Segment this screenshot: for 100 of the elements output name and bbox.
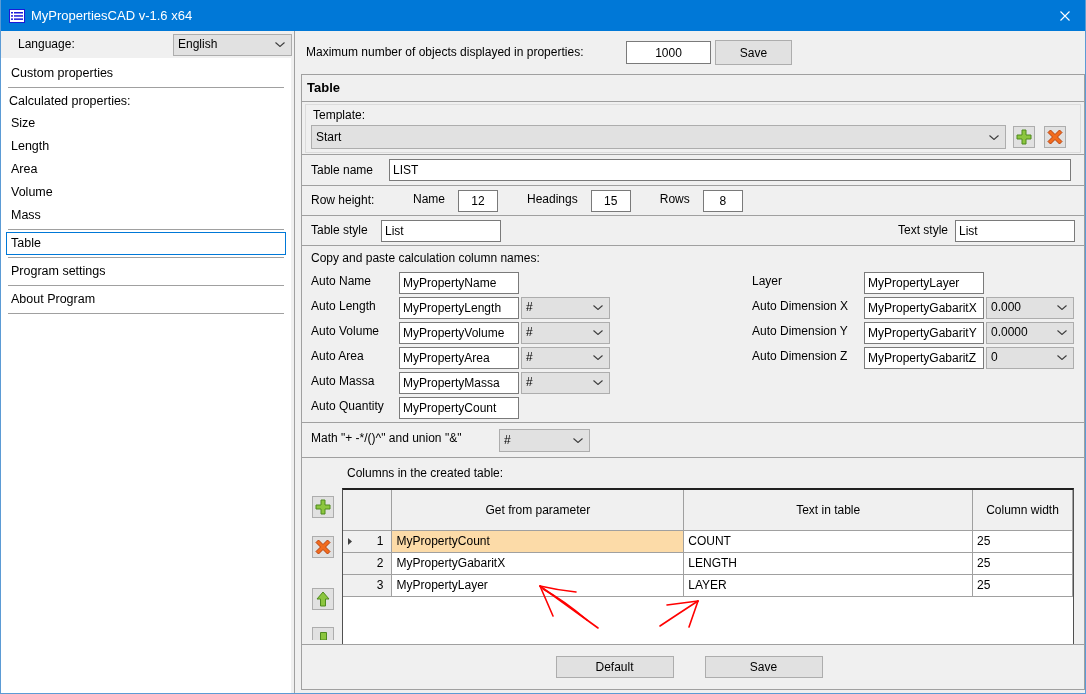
text-field[interactable]: List: [955, 219, 1075, 242]
field-label: Table style: [311, 223, 369, 238]
field-label: Auto Massa: [311, 373, 376, 389]
list-icon: [9, 8, 25, 23]
table-cell: MyPropertyGabaritX: [391, 552, 684, 574]
field-label: Auto Length: [311, 298, 377, 314]
field-label: Row height:: [311, 193, 376, 208]
format-dropdown[interactable]: 0.000: [986, 296, 1074, 319]
number-field[interactable]: 15: [590, 189, 631, 212]
group-heading: Calculated properties:: [8, 92, 132, 110]
chevron-down-icon: [573, 437, 583, 443]
format-dropdown[interactable]: #: [521, 321, 610, 344]
field-label: Math "+ -*/()^" and union "&": [311, 431, 463, 446]
sidebar-item[interactable]: Size: [6, 112, 286, 135]
section-title: Table: [306, 79, 341, 98]
field-label: Maximum number of objects displayed in properties:: [306, 45, 585, 60]
format-dropdown[interactable]: #: [521, 296, 610, 319]
delete-button[interactable]: [1044, 126, 1066, 148]
action-button[interactable]: Default: [555, 656, 674, 678]
number-field[interactable]: 12: [458, 189, 498, 212]
sidebar-item[interactable]: Table: [6, 232, 286, 255]
delete-row-button[interactable]: [312, 536, 334, 558]
chevron-down-icon: [1057, 355, 1067, 360]
move-down-button[interactable]: [312, 627, 334, 640]
chevron-down-icon: [593, 380, 603, 385]
field-label: Text style: [898, 223, 948, 238]
chevron-down-icon: [275, 42, 285, 47]
format-dropdown[interactable]: #: [521, 371, 610, 394]
sidebar-item[interactable]: Length: [6, 135, 286, 158]
field-label: Auto Name: [311, 273, 373, 289]
text-field[interactable]: MyPropertyGabaritZ: [864, 346, 984, 369]
field-label: Template:: [312, 107, 367, 125]
row-header-cell[interactable]: 2: [343, 552, 392, 574]
text-field[interactable]: MyPropertyArea: [399, 346, 519, 369]
number-field[interactable]: 8: [702, 189, 743, 212]
save-button[interactable]: Save: [715, 40, 792, 65]
table-cell: 25: [972, 530, 1073, 552]
chevron-down-icon: [1057, 305, 1067, 310]
chevron-down-icon: [593, 355, 603, 360]
table-cell: 25: [972, 574, 1073, 596]
plus-icon: [1016, 129, 1032, 145]
language-label: Language:: [18, 37, 76, 52]
text-field[interactable]: MyPropertyGabaritX: [864, 296, 984, 319]
field-label: Auto Quantity: [311, 398, 385, 414]
field-label: Layer: [752, 273, 784, 289]
text-field[interactable]: MyPropertyGabaritY: [864, 321, 984, 344]
table-cell: MyPropertyCount: [391, 530, 684, 552]
add-row-button[interactable]: [312, 496, 334, 518]
window-title: MyPropertiesCAD v-1.6 x64: [31, 7, 193, 24]
text-field[interactable]: MyPropertyMassa: [399, 371, 519, 394]
text-field[interactable]: MyPropertyName: [399, 271, 519, 294]
sidebar-item[interactable]: Custom properties: [6, 62, 286, 85]
field-label: Auto Volume: [311, 323, 381, 339]
chevron-down-icon: [593, 330, 603, 335]
table-cell: MyPropertyLayer: [391, 574, 684, 596]
field-label: Headings: [527, 191, 578, 207]
chevron-down-icon: [1057, 330, 1067, 335]
cross-icon: [1047, 129, 1063, 145]
row-header-cell[interactable]: 1: [343, 530, 392, 552]
row-header-cell[interactable]: 3: [343, 574, 392, 596]
text-field[interactable]: MyPropertyCount: [399, 396, 519, 419]
table-cell: COUNT: [683, 530, 973, 552]
number-field[interactable]: 1000: [626, 41, 711, 64]
format-dropdown[interactable]: 0.0000: [986, 321, 1074, 344]
text-field[interactable]: MyPropertyLength: [399, 296, 519, 319]
section-heading: Copy and paste calculation column names:: [311, 249, 541, 267]
field-label: Auto Dimension Y: [752, 323, 849, 339]
sidebar-item[interactable]: About Program: [6, 288, 286, 311]
sidebar-item[interactable]: Area: [6, 158, 286, 181]
text-field[interactable]: MyPropertyVolume: [399, 321, 519, 344]
chevron-down-icon: [989, 134, 999, 140]
sidebar-item[interactable]: Volume: [6, 181, 286, 204]
field-label: Auto Dimension X: [752, 298, 850, 314]
cross-icon: [315, 539, 331, 555]
table-cell: 25: [972, 552, 1073, 574]
close-icon: [1060, 10, 1070, 21]
table-cell: LENGTH: [683, 552, 973, 574]
move-up-button[interactable]: [312, 588, 334, 610]
sidebar-item[interactable]: Mass: [6, 204, 286, 227]
text-field[interactable]: MyPropertyLayer: [864, 271, 984, 294]
arrow-up-icon: [316, 591, 330, 607]
format-dropdown[interactable]: 0: [986, 346, 1074, 369]
field-label: Auto Area: [311, 348, 365, 364]
column-header: Text in table: [683, 490, 973, 530]
column-header: Column width: [972, 490, 1073, 530]
action-button[interactable]: Save: [704, 656, 823, 678]
language-dropdown[interactable]: English: [173, 33, 292, 56]
format-dropdown[interactable]: #: [521, 346, 610, 369]
field-label: Auto Dimension Z: [752, 348, 849, 364]
field-label: Table name: [311, 162, 375, 178]
math-dropdown[interactable]: #: [499, 428, 590, 452]
add-button[interactable]: [1013, 126, 1035, 148]
template-dropdown[interactable]: Start: [311, 125, 1006, 149]
section-heading: Columns in the created table:: [346, 464, 505, 482]
text-field[interactable]: LIST: [389, 159, 1071, 181]
arrow-shaft-icon: [319, 632, 327, 640]
text-field[interactable]: List: [381, 219, 501, 242]
table-cell: LAYER: [683, 574, 973, 596]
sidebar-item[interactable]: Program settings: [6, 260, 286, 283]
chevron-down-icon: [593, 305, 603, 310]
